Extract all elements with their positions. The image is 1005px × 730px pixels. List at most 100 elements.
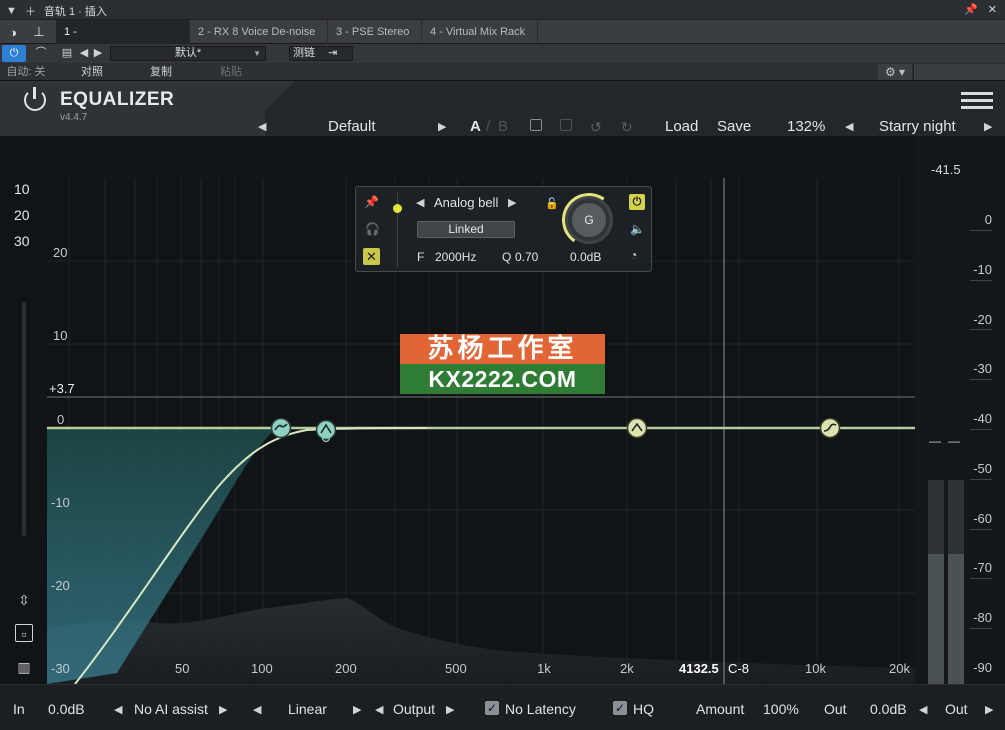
- meter-scale-minus50: -50: [973, 461, 992, 476]
- prev-theme-arrow-icon[interactable]: ◀: [845, 120, 853, 133]
- fit-vertical-icon[interactable]: ⇳: [15, 591, 33, 609]
- band-shape[interactable]: Analog bell: [434, 195, 498, 210]
- fullscreen-icon[interactable]: ▫: [15, 624, 33, 642]
- prev-ai-arrow-icon[interactable]: ◀: [114, 703, 122, 716]
- next-ai-arrow-icon[interactable]: ▶: [219, 703, 227, 716]
- prev-output-arrow-icon[interactable]: ◀: [375, 703, 383, 716]
- meter-tick: [970, 379, 992, 380]
- next-output-arrow-icon[interactable]: ▶: [446, 703, 454, 716]
- piano-icon[interactable]: ▥: [15, 658, 33, 676]
- gain-param-value[interactable]: 0.0dB: [570, 250, 601, 264]
- out-select[interactable]: Out: [945, 701, 968, 717]
- range-option-30[interactable]: 30: [14, 233, 30, 249]
- close-band-icon[interactable]: ✕: [363, 248, 380, 265]
- no-latency-label[interactable]: No Latency: [505, 701, 576, 717]
- host-title-bar: ▼ ＋ 音轨 1 · 插入 📌 ✕: [0, 0, 1005, 20]
- db-label-minus20: -20: [51, 578, 70, 593]
- prev-phase-arrow-icon[interactable]: ◀: [253, 703, 261, 716]
- tab-pse-stereo[interactable]: 3 - PSE Stereo: [328, 20, 422, 44]
- plugin-preset-name[interactable]: Default: [328, 118, 376, 135]
- pin-icon[interactable]: 📌: [364, 195, 379, 209]
- meter-scale-minus80: -80: [973, 610, 992, 625]
- output-mode-select[interactable]: Output: [393, 701, 435, 717]
- prev-preset-arrow-icon[interactable]: ◀: [258, 120, 266, 133]
- hq-checkbox[interactable]: ✓: [613, 701, 627, 715]
- range-option-10[interactable]: 10: [14, 181, 30, 197]
- linked-button[interactable]: Linked: [417, 221, 515, 238]
- out-gain-value[interactable]: 0.0dB: [870, 701, 907, 717]
- hamburger-menu-icon[interactable]: [961, 92, 993, 113]
- range-slider[interactable]: [22, 302, 26, 536]
- plugin-title: EQUALIZER: [60, 89, 175, 110]
- chevron-down-icon: ▼: [253, 49, 261, 58]
- tab-virtual-mix-rack[interactable]: 4 - Virtual Mix Rack: [422, 20, 538, 44]
- eq-node-3[interactable]: [626, 417, 648, 439]
- save-button[interactable]: Save: [717, 118, 751, 135]
- dropdown-icon[interactable]: ▼: [6, 5, 17, 17]
- gear-icon[interactable]: ⚙ ▾: [878, 64, 912, 80]
- phase-mode-select[interactable]: Linear: [288, 701, 327, 717]
- q-param-value[interactable]: 0.70: [515, 250, 538, 264]
- amount-value[interactable]: 100%: [763, 701, 799, 717]
- meter-scale-minus70: -70: [973, 560, 992, 575]
- no-latency-checkbox[interactable]: ✓: [485, 701, 499, 715]
- prev-out-arrow-icon[interactable]: ◀: [919, 703, 927, 716]
- copy-icon[interactable]: [530, 119, 542, 131]
- pin-icon[interactable]: 📌: [964, 3, 978, 16]
- freq-param-label: F: [417, 250, 425, 264]
- q-param-label: Q: [502, 250, 512, 264]
- in-gain-value[interactable]: 0.0dB: [48, 701, 85, 717]
- graph-left-column: 10 20 30 ⇳ ▫ ▥: [0, 136, 47, 684]
- speaker-icon[interactable]: 🔈: [630, 222, 645, 236]
- next-shape-arrow-icon[interactable]: ▶: [508, 196, 516, 209]
- prev-preset-icon[interactable]: ◀: [78, 45, 90, 62]
- range-option-20[interactable]: 20: [14, 207, 30, 223]
- tab-tb-equalizer[interactable]: 1 - TB_Equalizer_v4▼: [56, 20, 190, 62]
- next-preset-icon[interactable]: ▶: [92, 45, 104, 62]
- auto-off-label[interactable]: 自动: 关: [4, 64, 48, 81]
- next-preset-arrow-icon[interactable]: ▶: [438, 120, 446, 133]
- gain-knob-label[interactable]: G: [572, 203, 606, 237]
- out-label: Out: [824, 701, 847, 717]
- next-out-arrow-icon[interactable]: ▶: [985, 703, 993, 716]
- eq-node-1[interactable]: [270, 417, 292, 439]
- amount-label: Amount: [696, 701, 745, 717]
- dynamics-gauge-icon[interactable]: ◔: [630, 248, 637, 262]
- band-color-dot[interactable]: [393, 204, 402, 213]
- slot-b-button[interactable]: B: [498, 118, 508, 135]
- meter-tick: [970, 329, 992, 330]
- add-icon[interactable]: ＋: [25, 3, 36, 19]
- headphone-icon[interactable]: ⌒: [30, 45, 52, 62]
- routing-icon[interactable]: ⊥: [26, 20, 52, 44]
- lock-icon[interactable]: 🔓: [545, 197, 559, 210]
- next-theme-arrow-icon[interactable]: ▶: [984, 120, 992, 133]
- eq-node-2[interactable]: [315, 419, 337, 441]
- load-button[interactable]: Load: [665, 118, 698, 135]
- freq-param-value[interactable]: 2000Hz: [435, 250, 476, 264]
- save-preset-icon[interactable]: ▤: [60, 45, 74, 62]
- copy-button[interactable]: 复制: [128, 64, 194, 81]
- power-icon[interactable]: ⏻: [2, 45, 26, 62]
- sidechain-button[interactable]: 测链 ⇥: [289, 46, 353, 61]
- hq-label[interactable]: HQ: [633, 701, 654, 717]
- zoom-level[interactable]: 132%: [787, 118, 825, 135]
- watermark: 苏杨工作室 KX2222.COM: [400, 334, 605, 394]
- prev-shape-arrow-icon[interactable]: ◀: [416, 196, 424, 209]
- paste-icon[interactable]: [560, 119, 572, 131]
- power-logo-icon[interactable]: [24, 87, 46, 111]
- undo-icon[interactable]: ↺: [590, 119, 602, 136]
- close-icon[interactable]: ✕: [988, 3, 997, 16]
- redo-icon[interactable]: ↻: [621, 119, 633, 136]
- tab-rx8[interactable]: 2 - RX 8 Voice De-noise: [190, 20, 328, 44]
- ai-assist-select[interactable]: No AI assist: [134, 701, 208, 717]
- next-phase-arrow-icon[interactable]: ▶: [353, 703, 361, 716]
- bypass-icon[interactable]: ◑: [0, 20, 26, 44]
- band-power-icon[interactable]: ⏻: [629, 194, 645, 210]
- host-preset-select[interactable]: 默认* ▼: [110, 46, 266, 61]
- headphone-icon[interactable]: 🎧: [365, 222, 380, 236]
- compare-button[interactable]: 对照: [60, 64, 124, 81]
- meter-scale-minus40: -40: [973, 411, 992, 426]
- theme-name[interactable]: Starry night: [879, 118, 956, 135]
- paste-button[interactable]: 粘贴: [198, 64, 264, 81]
- slot-a-button[interactable]: A: [470, 118, 481, 135]
